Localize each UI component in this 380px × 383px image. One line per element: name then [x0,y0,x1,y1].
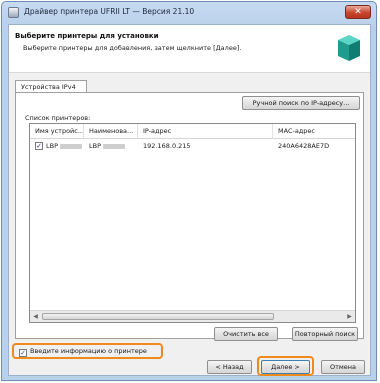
dialog-header: Выберите принтеры для установки Выберите… [9,25,370,73]
setup-box-icon [338,35,360,61]
cancel-button[interactable]: Отмена [321,360,365,374]
page-heading: Выберите принтеры для установки [15,32,159,40]
page-instruction: Выберите принтеры для добавления, затем … [23,44,242,52]
printer-ip-address: 192.168.0.215 [143,142,191,150]
printer-driver-app-icon [8,7,19,18]
scroll-left-arrow-icon[interactable]: ◀ [30,311,41,322]
printer-device-name: LBP [46,140,86,153]
printer-list-header: Имя устройс... Наименова... IP-адрес MAC… [30,124,355,139]
window-title: Драйвер принтера UFRII LT — Версия 21.10 [24,7,195,16]
printer-product-name: LBP [89,140,137,153]
close-button[interactable]: ✕ [345,5,371,19]
highlight-enter-info [12,343,163,359]
title-bar: Драйвер принтера UFRII LT — Версия 21.10… [2,2,376,24]
back-button[interactable]: < Назад [207,360,252,374]
column-ip-address[interactable]: IP-адрес [138,124,273,138]
manual-ip-search-button[interactable]: Ручной поиск по IP-адресу... [242,96,360,110]
printer-mac-address: 240A6428AE7D [278,142,330,150]
scroll-right-arrow-icon[interactable]: ▶ [344,311,355,322]
printer-list[interactable]: Имя устройс... Наименова... IP-адрес MAC… [29,123,356,323]
column-device-name[interactable]: Имя устройс... [30,124,84,138]
repeat-search-button[interactable]: Повторный поиск [292,327,358,341]
printer-row-checkbox[interactable]: ✓ [35,142,43,150]
ipv4-devices-panel: Ручной поиск по IP-адресу... Список прин… [15,92,364,341]
printer-row[interactable]: ✓ LBP LBP 192.168.0.215 240A6428AE7D [30,140,355,153]
column-mac-address[interactable]: MAC-адрес [273,124,355,138]
printer-list-label: Список принтеров: [25,114,91,122]
scrollbar-thumb[interactable] [42,313,274,320]
column-product-name[interactable]: Наименова... [84,124,138,138]
installer-window: Драйвер принтера UFRII LT — Версия 21.10… [1,1,377,381]
horizontal-scrollbar[interactable]: ◀ ▶ [30,310,355,322]
clear-all-button[interactable]: Очистить все [214,327,278,341]
highlight-next [257,356,314,376]
dialog-client-area: Выберите принтеры для установки Выберите… [8,24,371,376]
